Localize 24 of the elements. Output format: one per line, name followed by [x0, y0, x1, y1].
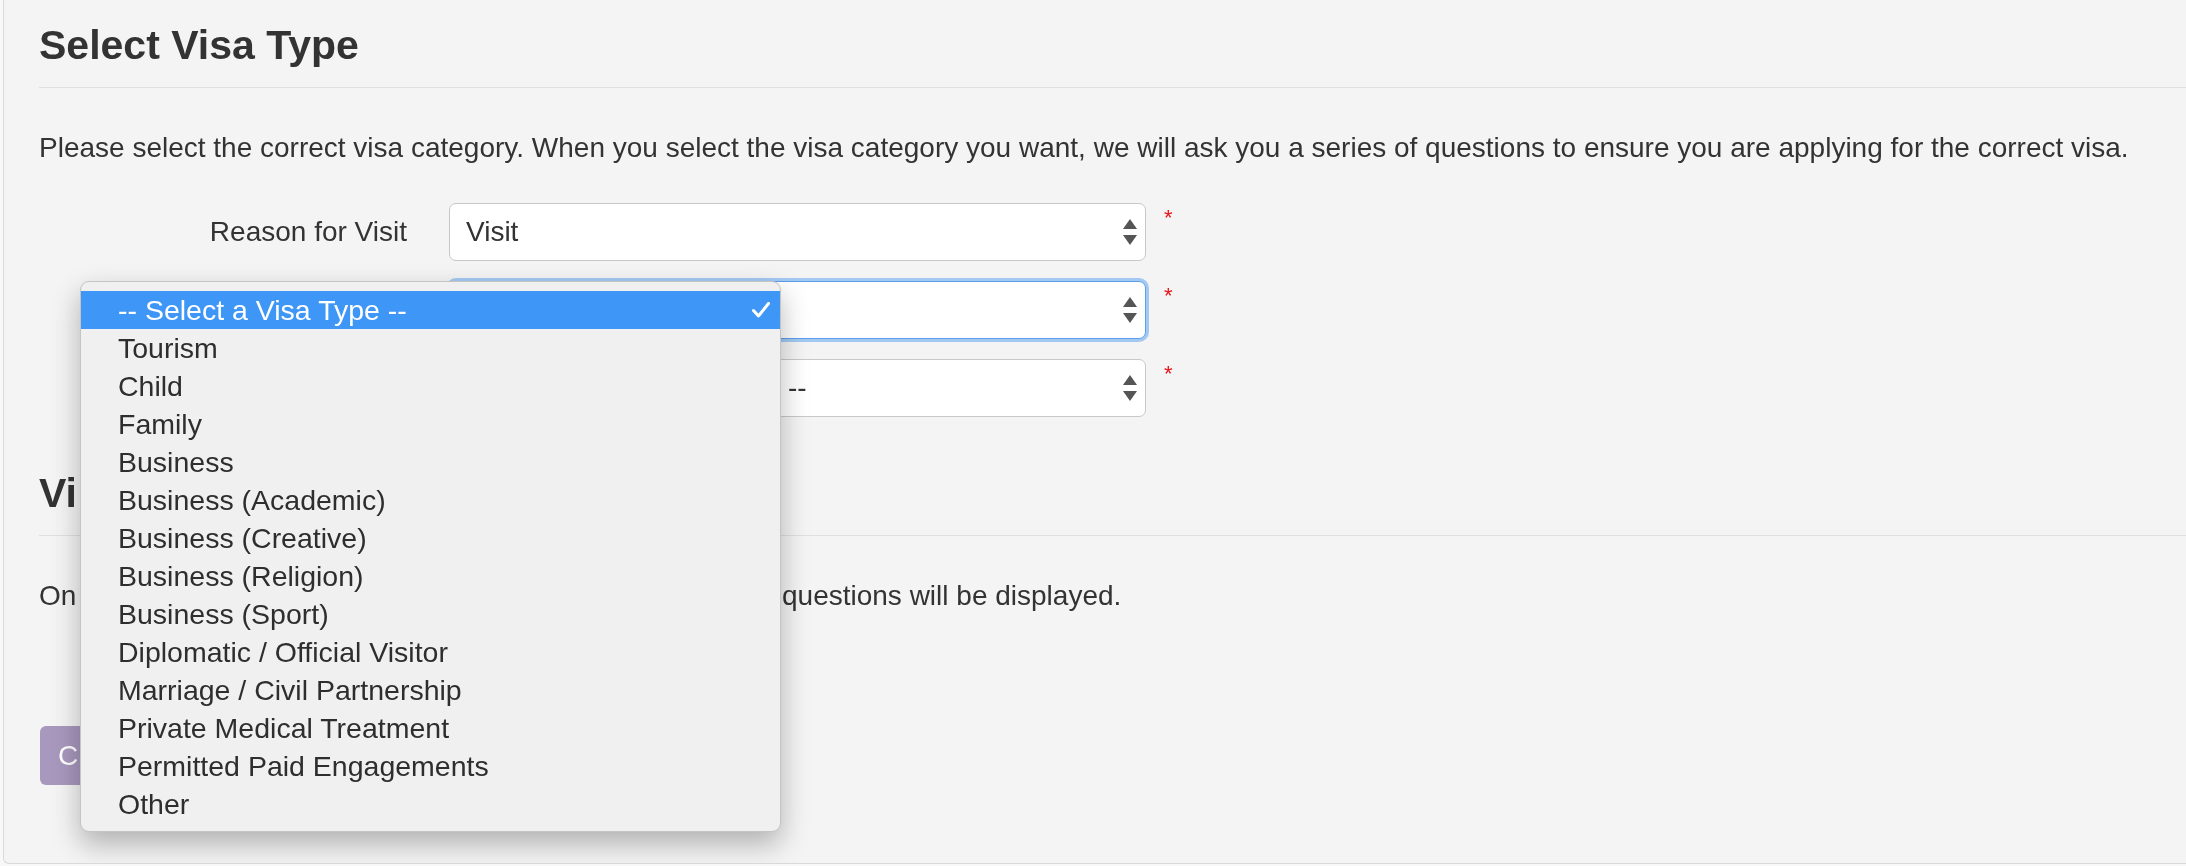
- intro-text: questions will be displayed.: [782, 579, 1122, 613]
- menu-option[interactable]: Private Medical Treatment: [81, 709, 780, 747]
- menu-option[interactable]: Other: [81, 785, 780, 823]
- up-down-arrows-icon: [1123, 297, 1137, 323]
- required-mark: *: [1164, 207, 1173, 229]
- menu-option[interactable]: Business (Academic): [81, 481, 780, 519]
- menu-option[interactable]: Business (Creative): [81, 519, 780, 557]
- section-heading: Select Visa Type: [39, 23, 359, 68]
- menu-option[interactable]: Business (Sport): [81, 595, 780, 633]
- required-mark: *: [1164, 285, 1173, 307]
- section-heading: Vi: [39, 471, 77, 516]
- menu-option[interactable]: Business (Religion): [81, 557, 780, 595]
- field-label: Reason for Visit: [209, 215, 407, 249]
- menu-option[interactable]: Marriage / Civil Partnership: [81, 671, 780, 709]
- menu-option[interactable]: Diplomatic / Official Visitor: [81, 633, 780, 671]
- check-icon: [752, 302, 770, 318]
- select-field[interactable]: Visit: [449, 203, 1146, 261]
- up-down-arrows-icon: [1123, 219, 1137, 245]
- intro-text: On: [39, 579, 77, 613]
- up-down-arrows-icon: [1123, 375, 1137, 401]
- menu-option[interactable]: Permitted Paid Engagements: [81, 747, 780, 785]
- menu-option[interactable]: Business: [81, 443, 780, 481]
- required-mark: *: [1164, 363, 1173, 385]
- intro-text: Please select the correct visa category. When you select the visa category you want, we will ask you a series of questions to ensure you are applying for the correct visa.: [39, 131, 2129, 165]
